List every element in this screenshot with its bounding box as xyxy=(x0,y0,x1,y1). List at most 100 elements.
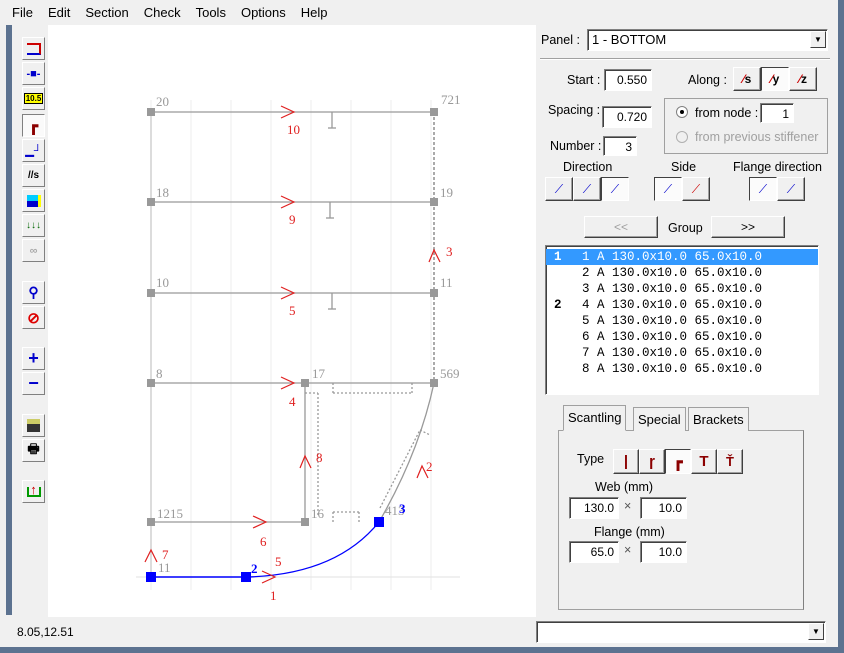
member-label: 2 xyxy=(426,459,433,474)
minus-icon[interactable]: − xyxy=(22,372,45,395)
value-10-5-icon[interactable]: 10.5 xyxy=(22,87,45,110)
previous-group-button[interactable]: << xyxy=(584,216,658,238)
menu-options[interactable]: Options xyxy=(241,5,286,20)
number-input[interactable]: 3 xyxy=(603,136,637,156)
chevron-down-icon[interactable]: ▼ xyxy=(810,31,826,48)
member-curve xyxy=(378,382,435,523)
stiffener-icon[interactable]: ┏ xyxy=(22,114,45,137)
start-input[interactable]: 0.550 xyxy=(604,69,652,91)
next-group-button[interactable]: >> xyxy=(711,216,785,238)
zoom-icon[interactable]: ⚲ xyxy=(22,281,45,304)
direction-label: Direction xyxy=(563,160,613,174)
flange-dir-2-button[interactable]: ⟋ xyxy=(777,177,805,201)
print-icon[interactable]: 🖶 xyxy=(22,439,45,462)
web-thickness-input[interactable]: 10.0 xyxy=(640,497,687,519)
menu-tools[interactable]: Tools xyxy=(196,5,226,20)
along-s-button[interactable]: ⁄ s xyxy=(733,67,761,91)
type-tee-button[interactable]: T xyxy=(691,449,717,474)
stiffener-description: 6 A 130.0x10.0 65.0x10.0 xyxy=(582,330,763,344)
node-label: 19 xyxy=(440,185,453,200)
flange-width-input[interactable]: 65.0 xyxy=(569,541,619,563)
stiffener-row[interactable]: 6 A 130.0x10.0 65.0x10.0 xyxy=(546,329,818,345)
node xyxy=(147,289,155,297)
flange-dir-1-button[interactable]: ⟋ xyxy=(749,177,777,201)
node-label: 1215 xyxy=(157,506,183,521)
section-drawing[interactable]: 20 72118 1910 118 17 5691215 16 41311 2310954615… xyxy=(48,25,536,617)
selected-curve xyxy=(245,521,380,578)
menu-edit[interactable]: Edit xyxy=(48,5,70,20)
direction-2-button[interactable]: ⟋ xyxy=(573,177,601,201)
panel-select[interactable]: 1 - BOTTOM ▼ xyxy=(587,29,828,51)
panel-icon[interactable] xyxy=(22,37,45,60)
stiffener-list[interactable]: 1 1 A 130.0x10.0 65.0x10.0 2 A 130.0x10.0 … xyxy=(545,245,819,395)
from-previous-radio[interactable] xyxy=(676,131,688,143)
chevron-down-icon[interactable]: ▼ xyxy=(808,623,824,640)
node xyxy=(430,108,438,116)
stiffener-description: 3 A 130.0x10.0 65.0x10.0 xyxy=(582,282,763,296)
glasses-icon[interactable]: ∞ xyxy=(22,239,45,262)
stiffener-s-icon[interactable]: //s xyxy=(22,164,45,187)
no-draw-icon[interactable]: ⊘ xyxy=(22,306,45,329)
tab-brackets[interactable]: Brackets xyxy=(688,407,749,431)
side-1-button[interactable]: ⟋ xyxy=(654,177,682,201)
menu-help[interactable]: Help xyxy=(301,5,328,20)
stiffener-row[interactable]: 3 A 130.0x10.0 65.0x10.0 xyxy=(546,281,818,297)
flange-direction-label: Flange direction xyxy=(733,160,822,174)
member-label: 4 xyxy=(289,394,296,409)
window-frame-bottom xyxy=(0,647,844,653)
stiffener-description: 4 A 130.0x10.0 65.0x10.0 xyxy=(582,298,763,312)
spacing-label: Spacing : xyxy=(548,103,601,117)
node xyxy=(430,289,438,297)
coordinates-readout: 8.05,12.51 xyxy=(17,625,74,639)
plus-icon[interactable]: + xyxy=(22,347,45,370)
node-label: 2 xyxy=(251,561,258,576)
spacing-input[interactable]: 0.720 xyxy=(602,106,652,128)
stiffener-row[interactable]: 2 4 A 130.0x10.0 65.0x10.0 xyxy=(546,297,818,313)
load-icon[interactable]: ↓↓↓ xyxy=(22,214,45,237)
type-angle-button[interactable]: ┏ xyxy=(665,449,691,474)
stiffener-row[interactable]: 5 A 130.0x10.0 65.0x10.0 xyxy=(546,313,818,329)
web-height-input[interactable]: 130.0 xyxy=(569,497,619,519)
menu-section[interactable]: Section xyxy=(85,5,128,20)
side-2-button[interactable]: ⟋ xyxy=(682,177,710,201)
direction-1-button[interactable]: ⟋ xyxy=(545,177,573,201)
along-z-button[interactable]: ⁄ z xyxy=(789,67,817,91)
node-icon[interactable]: -■- xyxy=(22,62,45,85)
stiffener-outline xyxy=(379,429,421,509)
node xyxy=(301,518,309,526)
web-label: Web (mm) xyxy=(595,480,654,494)
menu-file[interactable]: File xyxy=(12,5,33,20)
node-label: 10 xyxy=(156,275,169,290)
save-icon[interactable] xyxy=(22,414,45,437)
tab-special[interactable]: Special xyxy=(633,407,686,431)
panel-select-value: 1 - BOTTOM xyxy=(592,32,667,47)
window-frame-right xyxy=(838,0,844,653)
drawing-canvas[interactable]: 20 721 18 19 10 11 8 17 569 1215 16 413 11 2 3 10 9 5 4 6 1 5… xyxy=(48,25,536,617)
node-label: 18 xyxy=(156,185,169,200)
start-label: Start : xyxy=(567,73,601,87)
stiffener-row[interactable]: 8 A 130.0x10.0 65.0x10.0 xyxy=(546,361,818,377)
along-y-button[interactable]: ⁄ y xyxy=(761,67,789,91)
status-combo[interactable]: ▼ xyxy=(536,621,826,643)
node-label: 569 xyxy=(440,366,460,381)
plate-icon[interactable]: ▁┘ xyxy=(22,139,45,162)
type-flat-button[interactable]: | xyxy=(613,449,639,474)
stiffener-row[interactable]: 7 A 130.0x10.0 65.0x10.0 xyxy=(546,345,818,361)
menu-check[interactable]: Check xyxy=(144,5,181,20)
layers-icon[interactable] xyxy=(22,189,45,212)
node-label: 20 xyxy=(156,94,169,109)
direction-3-button[interactable]: ⟋ xyxy=(601,177,629,201)
node xyxy=(301,379,309,387)
export-icon[interactable]: ↑ xyxy=(22,480,45,503)
flange-thickness-input[interactable]: 10.0 xyxy=(640,541,687,563)
node-label: 8 xyxy=(156,366,163,381)
type-y-button[interactable]: Ť xyxy=(717,449,743,474)
stiffener-description: 5 A 130.0x10.0 65.0x10.0 xyxy=(582,314,763,328)
stiffener-row[interactable]: 1 1 A 130.0x10.0 65.0x10.0 xyxy=(546,249,818,265)
from-node-radio[interactable] xyxy=(676,106,688,118)
from-node-input[interactable]: 1 xyxy=(760,103,794,123)
tab-scantling[interactable]: Scantling xyxy=(563,405,627,431)
type-bulb-button[interactable]: ɼ xyxy=(639,449,665,474)
node-label: 11 xyxy=(440,275,453,290)
stiffener-row[interactable]: 2 A 130.0x10.0 65.0x10.0 xyxy=(546,265,818,281)
